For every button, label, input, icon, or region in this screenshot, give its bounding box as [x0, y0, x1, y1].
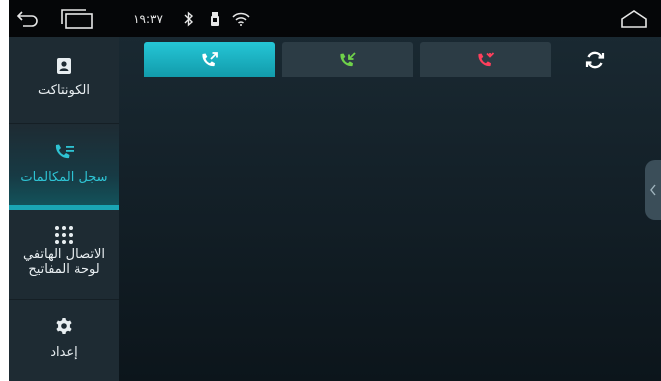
sidebar-item-contacts[interactable]: الكونتاكت: [9, 37, 119, 123]
car-phone-screen: ١٩:٣٧ الكونتاكت سجل المكالمات الاتصال ال…: [9, 0, 661, 381]
side-drawer-handle[interactable]: [645, 160, 661, 220]
tab-missed-calls[interactable]: [420, 42, 551, 77]
active-indicator: [9, 205, 119, 210]
bluetooth-icon: [179, 0, 199, 37]
dialpad-icon: [55, 226, 73, 244]
missed-call-icon: [477, 51, 494, 66]
recent-apps-icon[interactable]: [57, 0, 97, 37]
sidebar-item-label: إعداد: [50, 345, 78, 360]
settings-icon: [56, 318, 72, 334]
usb-icon: [205, 0, 225, 37]
contacts-icon: [57, 58, 71, 74]
sidebar-item-label-line2: لوحة المفاتيح: [28, 262, 100, 277]
sidebar-item-dialpad[interactable]: الاتصال الهاتفي لوحة المفاتيح: [9, 211, 119, 297]
outgoing-call-icon: [201, 51, 218, 66]
sidebar-item-settings[interactable]: إعداد: [9, 300, 119, 381]
wifi-icon: [229, 0, 253, 37]
status-bar: ١٩:٣٧: [9, 0, 661, 37]
sidebar-item-label-line1: الاتصال الهاتفي: [22, 247, 105, 262]
sidebar: الكونتاكت سجل المكالمات الاتصال الهاتفي …: [9, 37, 119, 381]
tab-outgoing-calls[interactable]: [144, 42, 275, 77]
chevron-left-icon: [650, 184, 656, 196]
incoming-call-icon: [339, 51, 356, 66]
clock: ١٩:٣٧: [133, 11, 163, 26]
sidebar-item-label: سجل المكالمات: [20, 170, 108, 185]
back-icon[interactable]: [13, 0, 43, 37]
sidebar-item-call-log[interactable]: سجل المكالمات: [9, 124, 119, 210]
home-icon[interactable]: [617, 0, 651, 37]
tab-incoming-calls[interactable]: [282, 42, 413, 77]
refresh-icon: [585, 51, 605, 69]
sidebar-item-label: الكونتاكت: [38, 83, 90, 98]
refresh-button[interactable]: [581, 46, 609, 74]
call-log-icon: [55, 144, 74, 159]
